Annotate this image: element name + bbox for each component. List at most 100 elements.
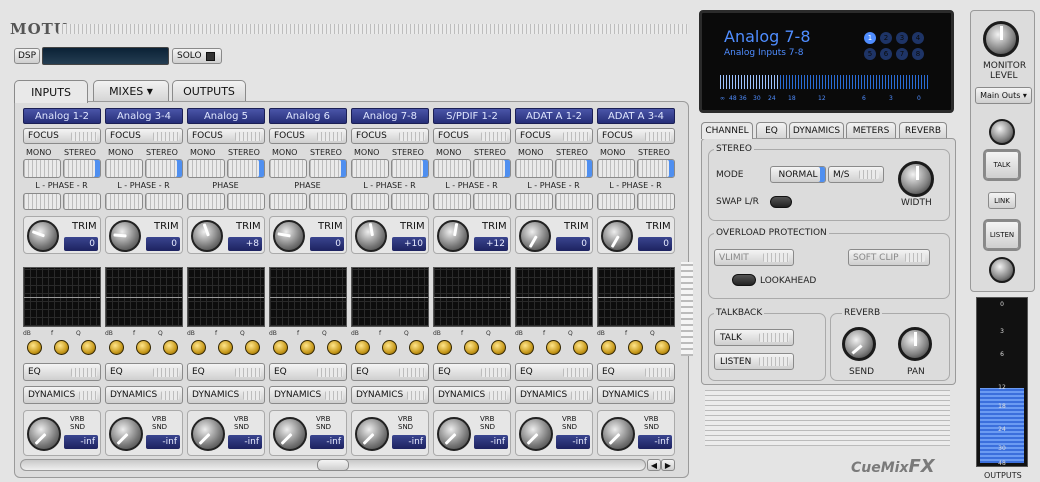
channel-bank-dot[interactable]: 8 <box>912 48 924 60</box>
normal-mode-button[interactable]: NORMAL <box>770 166 826 183</box>
phase-switch[interactable] <box>187 193 265 210</box>
eq-q-knob[interactable] <box>81 340 96 355</box>
reverb-send-knob[interactable] <box>437 417 471 451</box>
phase-switch[interactable] <box>515 193 593 210</box>
eq-freq-knob[interactable] <box>136 340 151 355</box>
dynamics-button[interactable]: DYNAMICS <box>597 386 675 404</box>
tab-outputs[interactable]: OUTPUTS <box>172 80 246 101</box>
channel-bank-dot[interactable]: 5 <box>864 48 876 60</box>
mono-stereo-switch[interactable] <box>23 159 101 178</box>
vlimit-button[interactable]: VLIMIT <box>714 249 794 266</box>
eq-freq-knob[interactable] <box>546 340 561 355</box>
monitor-listen-button[interactable]: LISTEN <box>985 221 1019 249</box>
talkback-talk-button[interactable]: TALK <box>714 329 794 346</box>
listen-level-knob[interactable] <box>989 257 1015 283</box>
channel-name[interactable]: Analog 1-2 <box>23 108 101 124</box>
dynamics-button[interactable]: DYNAMICS <box>105 386 183 404</box>
mono-stereo-switch[interactable] <box>269 159 347 178</box>
eq-gain-knob[interactable] <box>27 340 42 355</box>
tab-channel[interactable]: CHANNEL <box>701 122 753 139</box>
eq-q-knob[interactable] <box>573 340 588 355</box>
focus-button[interactable]: FOCUS <box>515 128 593 144</box>
mono-stereo-switch[interactable] <box>105 159 183 178</box>
eq-q-knob[interactable] <box>245 340 260 355</box>
ms-mode-button[interactable]: M/S <box>828 166 884 183</box>
talk-level-knob[interactable] <box>989 119 1015 145</box>
eq-freq-knob[interactable] <box>300 340 315 355</box>
channel-bank-dot[interactable]: 3 <box>896 32 908 44</box>
focus-button[interactable]: FOCUS <box>351 128 429 144</box>
scroll-right-icon[interactable]: ▶ <box>661 459 675 471</box>
width-knob[interactable] <box>898 161 934 197</box>
eq-button[interactable]: EQ <box>23 363 101 381</box>
eq-button[interactable]: EQ <box>433 363 511 381</box>
tab-eq[interactable]: EQ <box>756 122 787 138</box>
dynamics-button[interactable]: DYNAMICS <box>351 386 429 404</box>
eq-freq-knob[interactable] <box>218 340 233 355</box>
eq-q-knob[interactable] <box>491 340 506 355</box>
mono-stereo-switch[interactable] <box>351 159 429 178</box>
eq-q-knob[interactable] <box>409 340 424 355</box>
focus-button[interactable]: FOCUS <box>433 128 511 144</box>
channel-name[interactable]: Analog 3-4 <box>105 108 183 124</box>
eq-freq-knob[interactable] <box>464 340 479 355</box>
eq-button[interactable]: EQ <box>515 363 593 381</box>
eq-button[interactable]: EQ <box>105 363 183 381</box>
tab-reverb[interactable]: REVERB <box>899 122 947 138</box>
eq-q-knob[interactable] <box>655 340 670 355</box>
solo-button[interactable]: SOLO <box>172 48 222 64</box>
swap-toggle[interactable] <box>770 196 792 208</box>
dynamics-button[interactable]: DYNAMICS <box>433 386 511 404</box>
mono-stereo-switch[interactable] <box>597 159 675 178</box>
channel-name[interactable]: Analog 7-8 <box>351 108 429 124</box>
dynamics-button[interactable]: DYNAMICS <box>515 386 593 404</box>
eq-gain-knob[interactable] <box>519 340 534 355</box>
focus-button[interactable]: FOCUS <box>105 128 183 144</box>
eq-button[interactable]: EQ <box>269 363 347 381</box>
channel-name[interactable]: Analog 6 <box>269 108 347 124</box>
reverb-send-knob[interactable] <box>842 327 876 361</box>
reverb-pan-knob[interactable] <box>898 327 932 361</box>
scroll-left-icon[interactable]: ◀ <box>647 459 661 471</box>
eq-freq-knob[interactable] <box>54 340 69 355</box>
tab-meters[interactable]: METERS <box>846 122 896 138</box>
eq-button[interactable]: EQ <box>597 363 675 381</box>
trim-knob[interactable] <box>355 220 387 252</box>
scrollbar-thumb[interactable] <box>317 459 349 471</box>
dynamics-button[interactable]: DYNAMICS <box>269 386 347 404</box>
dynamics-button[interactable]: DYNAMICS <box>187 386 265 404</box>
focus-button[interactable]: FOCUS <box>269 128 347 144</box>
focus-button[interactable]: FOCUS <box>23 128 101 144</box>
channel-bank-dot[interactable]: 1 <box>864 32 876 44</box>
eq-q-knob[interactable] <box>163 340 178 355</box>
mono-stereo-switch[interactable] <box>187 159 265 178</box>
channel-name[interactable]: Analog 5 <box>187 108 265 124</box>
reverb-send-knob[interactable] <box>355 417 389 451</box>
reverb-send-knob[interactable] <box>109 417 143 451</box>
eq-gain-knob[interactable] <box>601 340 616 355</box>
eq-gain-knob[interactable] <box>273 340 288 355</box>
phase-switch[interactable] <box>351 193 429 210</box>
channel-bank-dot[interactable]: 6 <box>880 48 892 60</box>
eq-freq-knob[interactable] <box>382 340 397 355</box>
eq-q-knob[interactable] <box>327 340 342 355</box>
tab-mixes[interactable]: MIXES ▼ <box>93 80 169 101</box>
dynamics-button[interactable]: DYNAMICS <box>23 386 101 404</box>
focus-button[interactable]: FOCUS <box>597 128 675 144</box>
phase-switch[interactable] <box>597 193 675 210</box>
trim-knob[interactable] <box>191 220 223 252</box>
focus-button[interactable]: FOCUS <box>187 128 265 144</box>
reverb-send-knob[interactable] <box>27 417 61 451</box>
trim-knob[interactable] <box>601 220 633 252</box>
soft-clip-button[interactable]: SOFT CLIP <box>848 249 930 266</box>
phase-switch[interactable] <box>433 193 511 210</box>
eq-freq-knob[interactable] <box>628 340 643 355</box>
channel-name[interactable]: ADAT A 3-4 <box>597 108 675 124</box>
talkback-listen-button[interactable]: LISTEN <box>714 353 794 370</box>
reverb-send-knob[interactable] <box>601 417 635 451</box>
lookahead-toggle[interactable] <box>732 274 756 286</box>
tab-inputs[interactable]: INPUTS <box>14 80 88 103</box>
channel-bank-dot[interactable]: 7 <box>896 48 908 60</box>
channel-name[interactable]: S/PDIF 1-2 <box>433 108 511 124</box>
link-button[interactable]: LINK <box>988 192 1016 209</box>
